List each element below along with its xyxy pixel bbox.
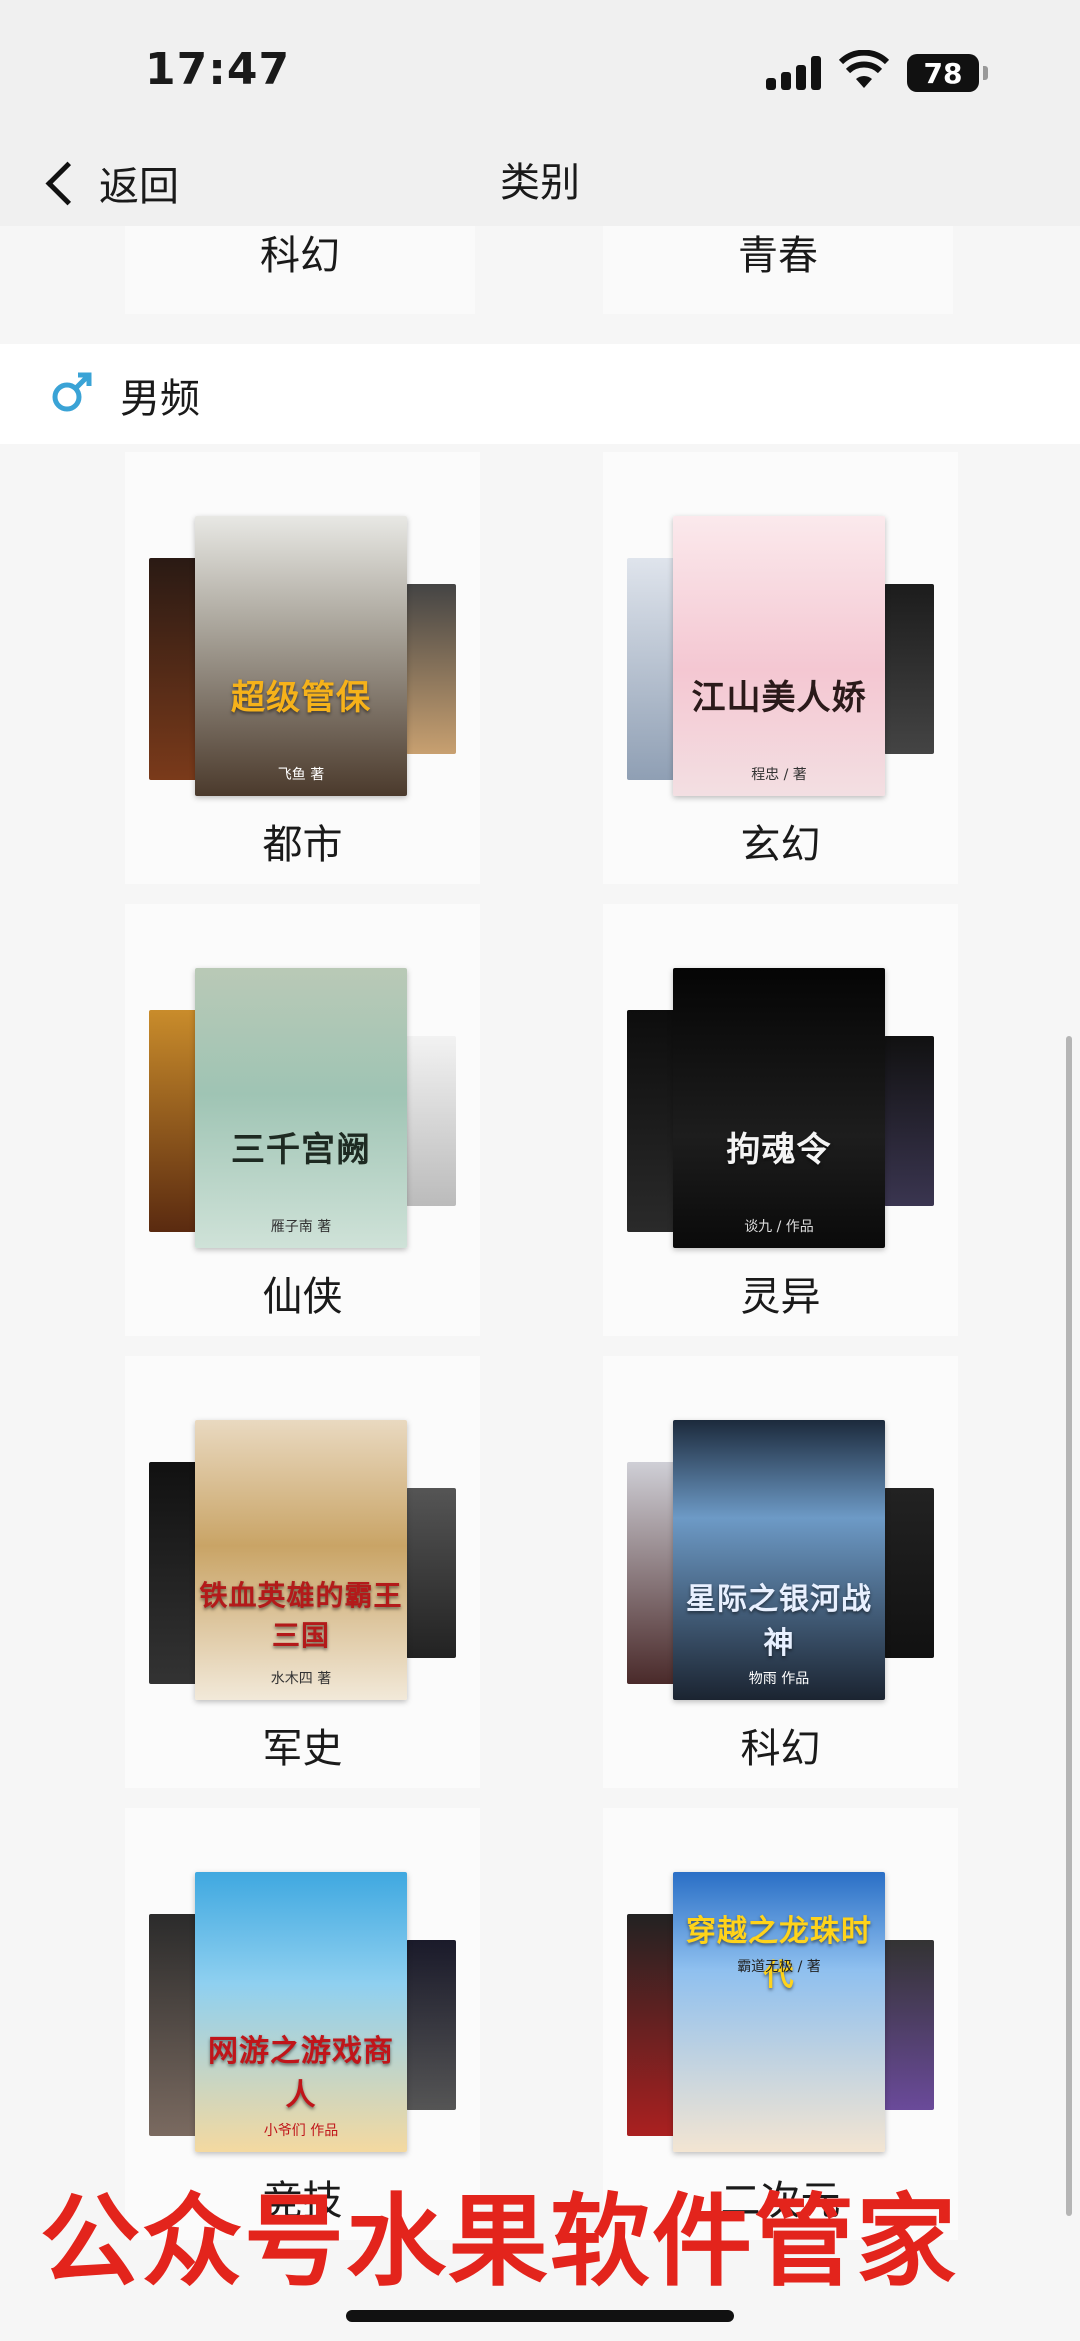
book-cover: 铁血英雄的霸王三国 水木四 著 — [195, 1420, 407, 1700]
cover-stack: 超级管保 飞鱼 著 — [125, 452, 480, 796]
cover-author: 程忠 / 著 — [751, 767, 807, 783]
category-label: 军史 — [262, 1726, 343, 1772]
page-title: 类别 — [500, 160, 580, 206]
cover-stack: 星际之银河战神 物雨 作品 — [603, 1356, 958, 1700]
home-indicator[interactable] — [346, 2310, 734, 2322]
watermark-text: 公众号水果软件管家 — [40, 2183, 958, 2300]
category-card-scifi-prev[interactable]: 科幻 — [125, 226, 475, 314]
book-cover — [149, 558, 199, 780]
scrollbar[interactable] — [1066, 1036, 1072, 2216]
category-card[interactable]: 星际之银河战神 物雨 作品 科幻 — [603, 1356, 958, 1788]
section-header-male: 男频 — [0, 344, 1080, 444]
book-cover — [884, 1940, 934, 2110]
category-card[interactable]: 江山美人娇 程忠 / 著 玄幻 — [603, 452, 958, 884]
book-cover — [406, 584, 456, 754]
cover-stack: 铁血英雄的霸王三国 水木四 著 — [125, 1356, 480, 1700]
cover-title: 穿越之龙珠时代 — [686, 1913, 872, 1993]
category-content: 科幻 青春 男频 超级管保 飞鱼 著 都市 江山美人娇 程忠 / 著 玄幻 三千… — [0, 226, 1080, 2341]
cover-stack: 江山美人娇 程忠 / 著 — [603, 452, 958, 796]
book-cover — [884, 1488, 934, 1658]
category-label: 科幻 — [260, 233, 340, 279]
cover-stack: 网游之游戏商人 小爷们 作品 — [125, 1808, 480, 2152]
cover-stack: 三千宫阙 雁子南 著 — [125, 904, 480, 1248]
book-cover: 拘魂令 谈九 / 作品 — [673, 968, 885, 1248]
cover-title: 网游之游戏商人 — [208, 2034, 394, 2113]
previous-category-row: 科幻 青春 — [0, 226, 1080, 326]
book-cover — [884, 584, 934, 754]
category-label: 科幻 — [740, 1726, 821, 1772]
wifi-icon — [838, 50, 890, 88]
category-label: 都市 — [262, 822, 343, 868]
cover-stack: 穿越之龙珠时代 霸道无极 / 著 — [603, 1808, 958, 2152]
battery-icon: 78 — [907, 54, 988, 92]
cover-author: 小爷们 作品 — [263, 2123, 339, 2139]
category-card[interactable]: 三千宫阙 雁子南 著 仙侠 — [125, 904, 480, 1336]
category-label: 青春 — [738, 233, 818, 279]
cover-title: 超级管保 — [231, 678, 371, 718]
category-label: 灵异 — [740, 1274, 821, 1320]
book-cover — [149, 1010, 199, 1232]
cover-title: 铁血英雄的霸王三国 — [199, 1579, 403, 1652]
category-label: 玄幻 — [740, 822, 821, 868]
cover-author: 飞鱼 著 — [277, 767, 325, 783]
category-card-youth[interactable]: 青春 — [603, 226, 953, 314]
book-cover: 江山美人娇 程忠 / 著 — [673, 516, 885, 796]
book-cover — [406, 1488, 456, 1658]
male-symbol-icon — [52, 372, 92, 412]
status-bar: 17:47 78 — [0, 0, 1080, 140]
signal-icon — [766, 56, 822, 90]
cover-title: 江山美人娇 — [691, 678, 867, 718]
book-cover — [627, 1914, 677, 2136]
category-card[interactable]: 铁血英雄的霸王三国 水木四 著 军史 — [125, 1356, 480, 1788]
section-title: 男频 — [120, 376, 200, 422]
category-card[interactable]: 拘魂令 谈九 / 作品 灵异 — [603, 904, 958, 1336]
cover-author: 霸道无极 / 著 — [737, 1959, 821, 1975]
book-cover: 星际之银河战神 物雨 作品 — [673, 1420, 885, 1700]
cover-title: 三千宫阙 — [231, 1130, 371, 1170]
book-cover — [627, 558, 677, 780]
cover-author: 水木四 著 — [270, 1671, 332, 1687]
cover-title: 拘魂令 — [726, 1130, 832, 1170]
book-cover — [149, 1914, 199, 2136]
book-cover: 穿越之龙珠时代 霸道无极 / 著 — [673, 1872, 885, 2152]
cover-title: 星际之银河战神 — [686, 1582, 872, 1661]
cover-author: 物雨 作品 — [748, 1671, 810, 1687]
book-cover — [406, 1036, 456, 1206]
book-cover — [884, 1036, 934, 1206]
book-cover: 网游之游戏商人 小爷们 作品 — [195, 1872, 407, 2152]
category-label: 仙侠 — [262, 1274, 343, 1320]
book-cover — [406, 1940, 456, 2110]
book-cover: 三千宫阙 雁子南 著 — [195, 968, 407, 1248]
book-cover — [149, 1462, 199, 1684]
book-cover — [627, 1462, 677, 1684]
navigation-bar: 返回 类别 — [0, 140, 1080, 226]
cover-author: 谈九 / 作品 — [744, 1219, 814, 1235]
status-time: 17:47 — [145, 44, 291, 95]
book-cover: 超级管保 飞鱼 著 — [195, 516, 407, 796]
cover-stack: 拘魂令 谈九 / 作品 — [603, 904, 958, 1248]
book-cover — [627, 1010, 677, 1232]
cover-author: 雁子南 著 — [270, 1219, 332, 1235]
category-card[interactable]: 超级管保 飞鱼 著 都市 — [125, 452, 480, 884]
